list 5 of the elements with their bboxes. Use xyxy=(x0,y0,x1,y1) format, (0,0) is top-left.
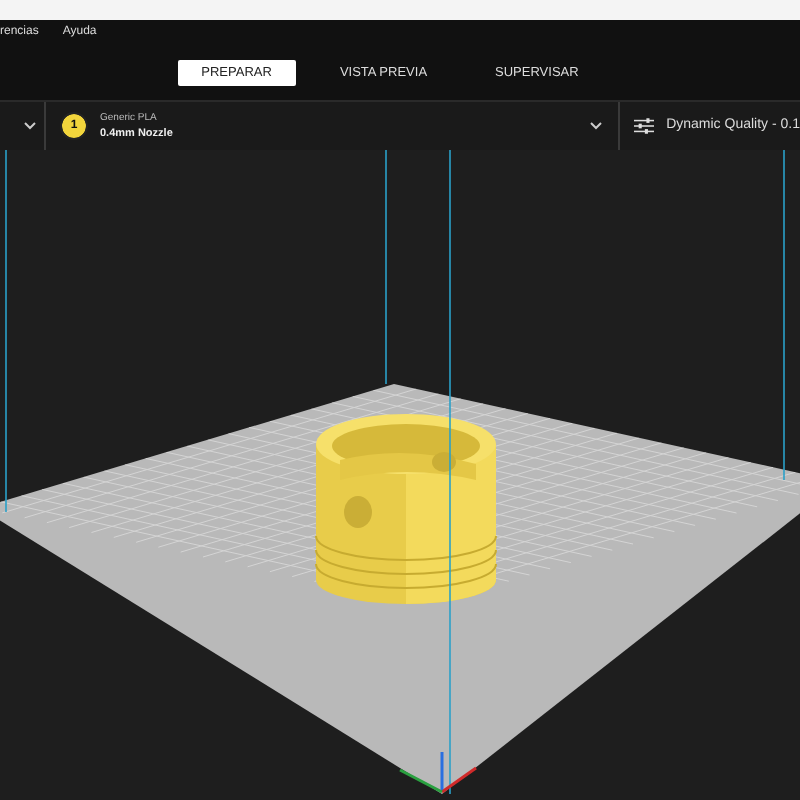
chevron-down-icon xyxy=(590,122,602,130)
axis-indicator xyxy=(399,752,477,794)
chevron-down-icon xyxy=(24,122,36,130)
printer-selector[interactable] xyxy=(0,102,46,150)
sliders-icon xyxy=(634,116,655,136)
